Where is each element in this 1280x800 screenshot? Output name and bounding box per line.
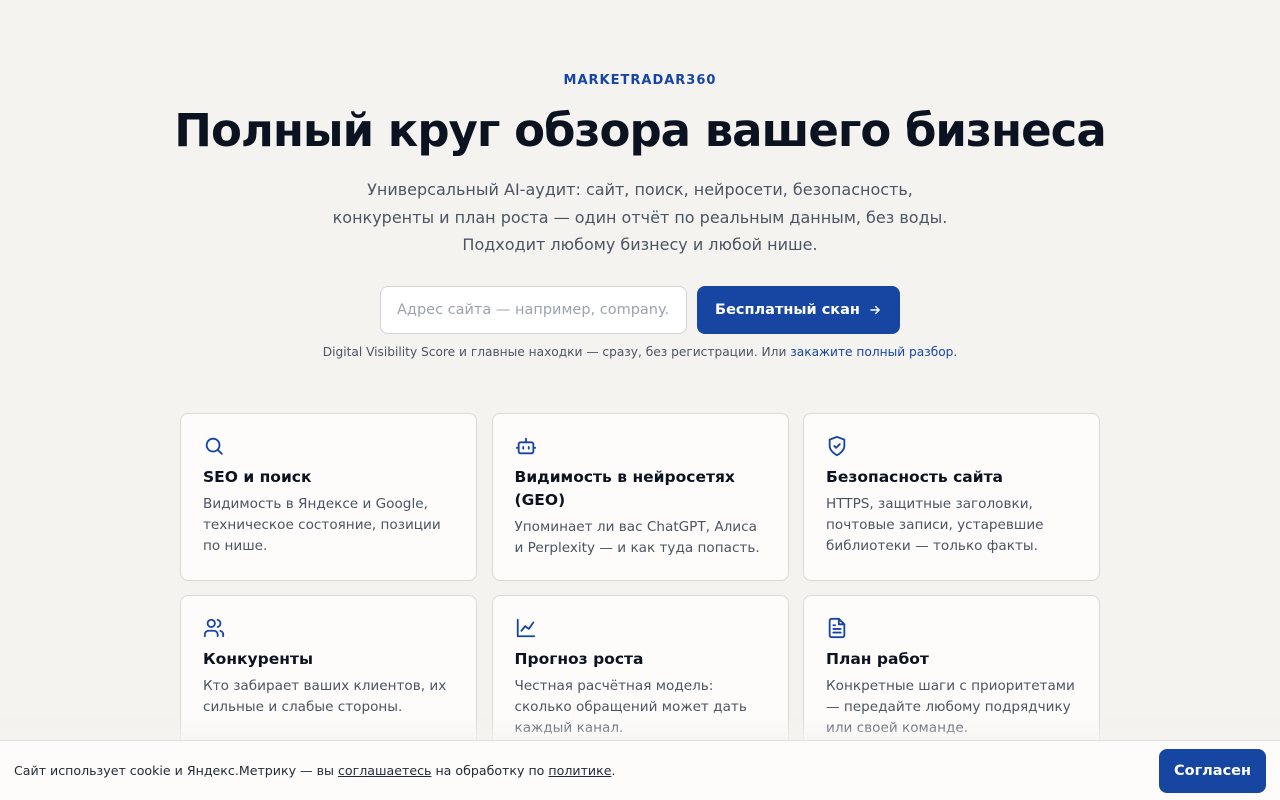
hero-subtitle-line: конкуренты и план роста — один отчёт по … (332, 207, 948, 227)
feature-card-growth: Прогноз роста Честная расчётная модель: … (491, 595, 789, 763)
scan-note: Digital Visibility Score и главные наход… (0, 345, 1280, 359)
scan-note-suffix: . (953, 345, 958, 359)
feature-card-title: Прогноз роста (514, 650, 644, 668)
feature-card-description: Кто забирает ваших клиентов, их сильные … (203, 678, 447, 715)
search-icon (203, 435, 225, 457)
feature-card-description: Упоминает ли вас ChatGPT, Алиса и Perple… (514, 519, 760, 556)
scan-note-text: Digital Visibility Score и главные наход… (322, 345, 791, 359)
feature-card-title: Безопасность сайта (826, 468, 1004, 486)
free-scan-button[interactable]: Бесплатный скан (697, 286, 900, 334)
feature-card-description: HTTPS, защитные заголовки, почтовые запи… (826, 496, 1044, 554)
feature-card-competitors: Конкуренты Кто забирает ваших клиентов, … (180, 595, 477, 763)
feature-card-description: Видимость в Яндексе и Google, техническо… (203, 496, 441, 554)
brand-label: MARKETRADAR360 (563, 73, 717, 88)
hero-subtitle-line: Подходит любому бизнесу и любой нише. (462, 235, 818, 254)
full-review-link[interactable]: закажите полный разбор (790, 345, 953, 359)
bot-icon (515, 435, 537, 457)
file-text-icon (826, 617, 848, 639)
feature-card-seo: SEO и поиск Видимость в Яндексе и Google… (180, 413, 477, 581)
free-scan-button-label: Бесплатный скан (715, 302, 860, 318)
shield-check-icon (826, 435, 848, 457)
feature-card-work-plan: План работ Конкретные шаги с приоритетам… (803, 595, 1100, 763)
cookie-accept-button[interactable]: Согласен (1159, 749, 1266, 793)
hero-subtitle-line: Универсальный AI-аудит: сайт, поиск, ней… (367, 180, 913, 199)
cookie-text-end: . (611, 763, 616, 778)
feature-card-title: Видимость в нейросетях (GEO) (514, 468, 735, 509)
page-title: Полный круг обзора вашего бизнеса (174, 104, 1106, 157)
cookie-agree-link[interactable]: соглашаетесь (338, 763, 431, 778)
feature-card-geo: Видимость в нейросетях (GEO) Упоминает л… (491, 413, 789, 581)
cookie-text-mid: на обработку по (431, 763, 549, 778)
privacy-policy-link[interactable]: политике (548, 763, 611, 778)
site-url-input[interactable] (380, 286, 687, 334)
feature-cards: SEO и поиск Видимость в Яндексе и Google… (180, 413, 1100, 763)
feature-card-title: План работ (826, 650, 929, 668)
feature-card-title: SEO и поиск (203, 468, 312, 486)
hero-subtitle: Универсальный AI-аудит: сайт, поиск, ней… (290, 176, 990, 259)
feature-card-description: Конкретные шаги с приоритетами — передай… (826, 678, 1075, 736)
cookie-banner: Сайт использует cookie и Яндекс.Метрику … (0, 740, 1280, 800)
cookie-text: Сайт использует cookie и Яндекс.Метрику … (14, 763, 615, 778)
chart-line-icon (515, 617, 537, 639)
arrow-right-icon (868, 303, 882, 317)
cookie-text-start: Сайт использует cookie и Яндекс.Метрику … (14, 763, 338, 778)
feature-card-description: Честная расчётная модель: сколько обраще… (514, 678, 747, 736)
feature-card-title: Конкуренты (203, 650, 313, 668)
users-icon (203, 617, 225, 639)
feature-card-security: Безопасность сайта HTTPS, защитные загол… (803, 413, 1100, 581)
